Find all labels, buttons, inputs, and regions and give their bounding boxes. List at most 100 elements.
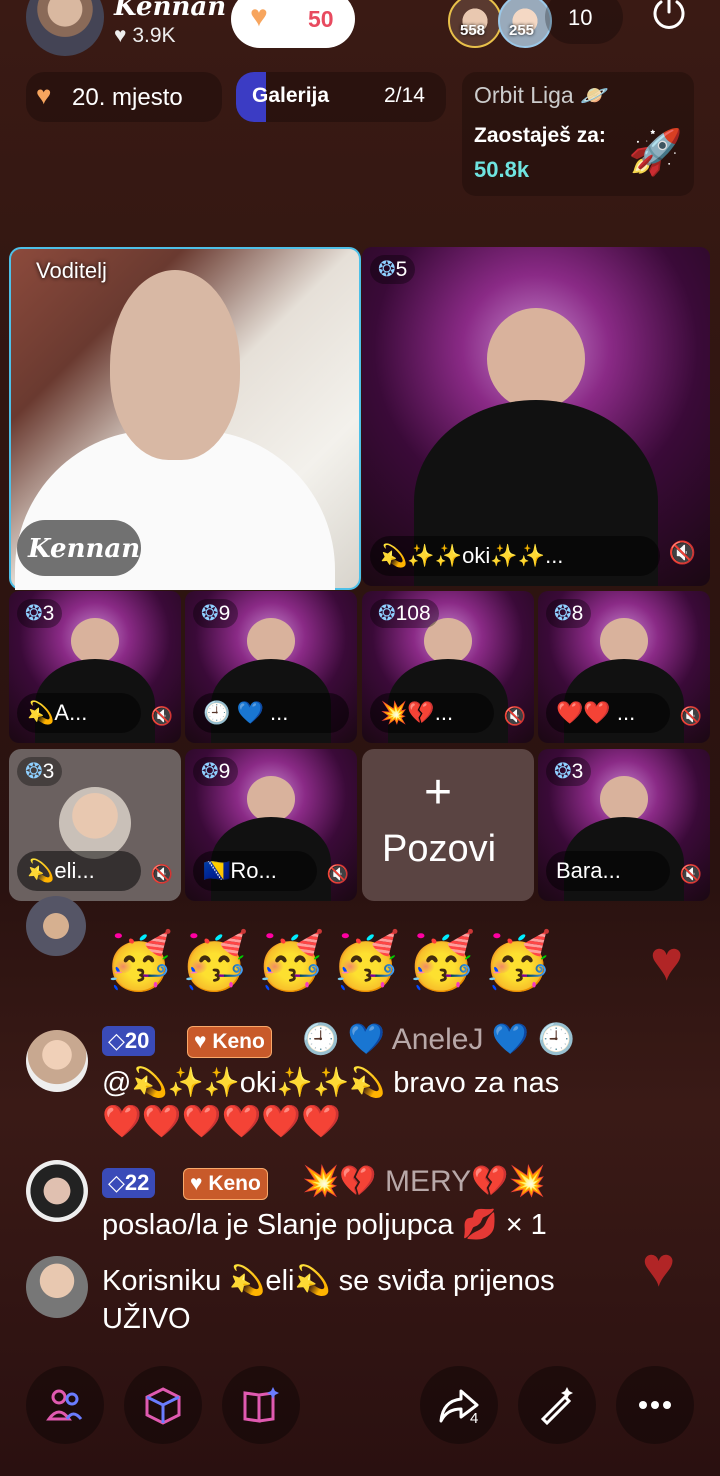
guest-tile[interactable]: ❂108 💥💔... 🔇 — [362, 591, 534, 743]
guest-face — [70, 618, 120, 664]
mic-off-icon: 🔇 — [668, 540, 696, 565]
guest-badge-value: 8 — [571, 602, 584, 625]
heart-icon: ♥ — [250, 0, 268, 33]
diamond-icon: ◇ — [108, 1170, 125, 1195]
guest-tile[interactable]: ❂3 💫eli... 🔇 — [9, 749, 181, 901]
power-icon[interactable] — [646, 0, 692, 36]
box-button[interactable] — [124, 1366, 202, 1444]
guest-badge-value: 3 — [42, 760, 55, 783]
fan-value: Keno — [208, 1172, 261, 1195]
guest-badge: ❂9 — [193, 599, 239, 628]
follow-count: 50 — [308, 6, 334, 32]
gallery-label: Galerija — [252, 84, 330, 107]
guest-face — [599, 776, 649, 822]
guest-face — [246, 776, 296, 822]
host-name[interactable]: Kennan — [114, 0, 226, 22]
more-button[interactable] — [616, 1366, 694, 1444]
host-avatar[interactable] — [26, 0, 104, 56]
book-button[interactable] — [222, 1366, 300, 1444]
guest-name: 💫eli... — [17, 851, 141, 891]
mic-off-icon: 🔇 — [679, 706, 702, 726]
chat-avatar[interactable] — [26, 1256, 88, 1318]
host-role-label: Voditelj — [36, 258, 107, 283]
mic-off-icon: 🔇 — [679, 864, 702, 884]
gem-icon: ❂ — [554, 760, 572, 783]
share-count: 4 — [470, 1410, 479, 1427]
guest-name: 🕘 💙 ... — [193, 693, 349, 733]
guest-name: 🇧🇦Ro... — [193, 851, 317, 891]
more-icon — [639, 1401, 671, 1409]
fan-heart-icon: ♥ — [194, 1030, 207, 1053]
level-value: 22 — [124, 1170, 150, 1195]
guest-badge: ❂9 — [193, 757, 239, 786]
guest-badge: ❂108 — [370, 599, 439, 628]
magic-wand-icon — [540, 1387, 573, 1425]
guest-avatar — [59, 787, 131, 859]
people-icon — [46, 1389, 83, 1421]
mic-off-icon: 🔇 — [150, 864, 173, 884]
level-badge: ◇22 — [102, 1168, 156, 1198]
guest-badge-value: 108 — [395, 602, 431, 625]
plus-icon: + — [424, 766, 453, 819]
guest-badge-value: 3 — [42, 602, 55, 625]
host-likes: ♥ 3.9K — [114, 24, 176, 47]
book-sparkle-icon — [243, 1387, 279, 1423]
mic-off-icon: 🔇 — [503, 706, 526, 726]
share-button[interactable]: 4 — [420, 1366, 498, 1444]
fan-badge: ♥ Keno — [183, 1168, 268, 1200]
host-name-tag-text: Kennan — [28, 534, 141, 564]
chat-avatar[interactable] — [26, 1160, 88, 1222]
viewer-badge-1: 558 — [460, 22, 486, 39]
magic-wand-button[interactable] — [518, 1366, 596, 1444]
chat-username[interactable]: 💥💔 MERY💔💥 — [302, 1164, 546, 1199]
planet-icon: 🪐 — [580, 82, 609, 108]
guest-badge-value: 9 — [218, 760, 231, 783]
gallery-count: 2/14 — [384, 84, 425, 107]
guest-badge-value: 3 — [571, 760, 584, 783]
guest-tile[interactable]: ❂9 🇧🇦Ro... 🔇 — [185, 749, 357, 901]
invite-label: Pozovi — [382, 828, 497, 870]
gem-icon: ❂ — [378, 258, 396, 281]
guest-tile[interactable]: ❂9 🕘 💙 ... — [185, 591, 357, 743]
guest-name: 💫✨✨oki✨✨... — [370, 536, 660, 576]
host-face — [110, 270, 240, 460]
mic-off-icon: 🔇 — [326, 864, 349, 884]
gem-icon: ❂ — [378, 602, 396, 625]
chat-message-text-2: UŽIVO — [102, 1303, 191, 1335]
guest-tile-large[interactable]: ❂5 💫✨✨oki✨✨... 🔇 — [362, 247, 710, 586]
guest-badge: ❂3 — [17, 757, 63, 786]
guest-badge: ❂3 — [546, 757, 592, 786]
floating-heart-icon: ♥ — [642, 1235, 676, 1298]
floating-heart-icon: ♥ — [650, 929, 684, 992]
fan-badge: ♥ Keno — [187, 1026, 272, 1058]
guest-name: 💫A... — [17, 693, 141, 733]
guest-tile[interactable]: ❂3 💫A... 🔇 — [9, 591, 181, 743]
gem-icon: ❂ — [25, 760, 43, 783]
guest-tile[interactable]: ❂8 ❤️❤️ ... 🔇 — [538, 591, 710, 743]
chat-message-text: @💫✨✨oki✨✨💫 bravo za nas — [102, 1067, 560, 1099]
guest-tile[interactable]: ❂3 Bara... 🔇 — [538, 749, 710, 901]
orbit-title: Orbit Liga 🪐 — [474, 82, 609, 109]
viewer-count: 10 — [568, 5, 593, 30]
chat-message-text: poslao/la je Slanje poljupca 💋 × 1 — [102, 1209, 547, 1241]
guest-name: 💥💔... — [370, 693, 494, 733]
broken-heart-icon: ♥ — [36, 80, 52, 110]
orbit-subtitle: Zaostaješ za: — [474, 124, 606, 147]
level-value: 20 — [124, 1028, 150, 1053]
guest-badge-value: 9 — [218, 602, 231, 625]
people-button[interactable] — [26, 1366, 104, 1444]
fan-value: Keno — [212, 1030, 265, 1053]
chat-message-hearts: ❤️❤️❤️❤️❤️❤️ — [102, 1103, 342, 1139]
chat-avatar[interactable] — [26, 896, 86, 956]
guest-name: ❤️❤️ ... — [546, 693, 670, 733]
guest-badge: ❂3 — [17, 599, 63, 628]
guest-badge-value: 5 — [395, 258, 408, 281]
mic-off-icon: 🔇 — [150, 706, 173, 726]
guest-face — [599, 618, 649, 664]
guest-badge: ❂5 — [370, 255, 416, 284]
rank-label: 20. mjesto — [72, 84, 183, 111]
guest-face — [246, 618, 296, 664]
chat-avatar[interactable] — [26, 1030, 88, 1092]
orbit-value: 50.8k — [474, 157, 530, 182]
chat-username[interactable]: 🕘 💙 AneleJ 💙 🕘 — [302, 1022, 575, 1057]
